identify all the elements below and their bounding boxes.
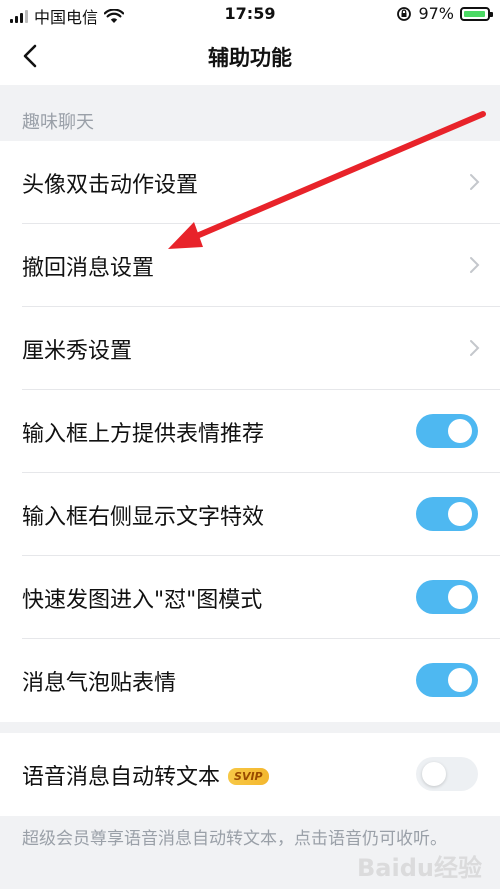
status-bar: 中国电信 17:59 97%	[0, 0, 500, 28]
chevron-right-icon	[470, 257, 480, 273]
section-header-fun-chat: 趣味聊天	[0, 85, 500, 141]
row-recall-message[interactable]: 撤回消息设置	[0, 224, 500, 307]
row-label: 撤回消息设置	[22, 256, 155, 281]
row-voice-to-text: 语音消息自动转文本 SVIP	[0, 733, 500, 816]
chevron-right-icon	[470, 340, 480, 356]
row-label: 输入框右侧显示文字特效	[22, 505, 265, 530]
quick-image-mode-toggle[interactable]	[416, 580, 478, 614]
battery-icon	[460, 6, 493, 21]
voice-to-text-label: 语音消息自动转文本	[22, 765, 221, 790]
watermark: Baidu经验	[357, 854, 482, 882]
battery-percent: 97%	[418, 4, 454, 23]
row-avatar-double-click[interactable]: 头像双击动作设置	[0, 141, 500, 224]
nav-bar: 辅助功能	[0, 28, 500, 85]
row-label: 语音消息自动转文本 SVIP	[22, 759, 269, 791]
section-header-label: 趣味聊天	[22, 112, 94, 133]
status-right: 97%	[396, 4, 493, 23]
emoji-recommend-toggle[interactable]	[416, 414, 478, 448]
row-cmshow[interactable]: 厘米秀设置	[0, 307, 500, 390]
row-label: 快速发图进入"怼"图模式	[22, 588, 263, 613]
svip-badge: SVIP	[228, 767, 269, 785]
row-bubble-sticker: 消息气泡贴表情	[0, 639, 500, 722]
text-effects-toggle[interactable]	[416, 497, 478, 531]
row-label: 消息气泡贴表情	[22, 671, 177, 696]
chevron-right-icon	[470, 174, 480, 190]
row-label: 头像双击动作设置	[22, 173, 199, 198]
voice-to-text-toggle[interactable]	[416, 757, 478, 791]
orientation-lock-icon	[397, 6, 412, 21]
settings-group-voice: 语音消息自动转文本 SVIP	[0, 733, 500, 816]
row-label: 厘米秀设置	[22, 339, 133, 364]
row-text-effects: 输入框右侧显示文字特效	[0, 473, 500, 556]
row-label: 输入框上方提供表情推荐	[22, 422, 265, 447]
row-emoji-recommend: 输入框上方提供表情推荐	[0, 390, 500, 473]
page-title: 辅助功能	[208, 46, 292, 70]
bubble-sticker-toggle[interactable]	[416, 663, 478, 697]
row-quick-image-mode: 快速发图进入"怼"图模式	[0, 556, 500, 639]
settings-group-fun-chat: 头像双击动作设置 撤回消息设置 厘米秀设置 输入框上方提供表情推荐 输入框右侧显…	[0, 141, 500, 722]
